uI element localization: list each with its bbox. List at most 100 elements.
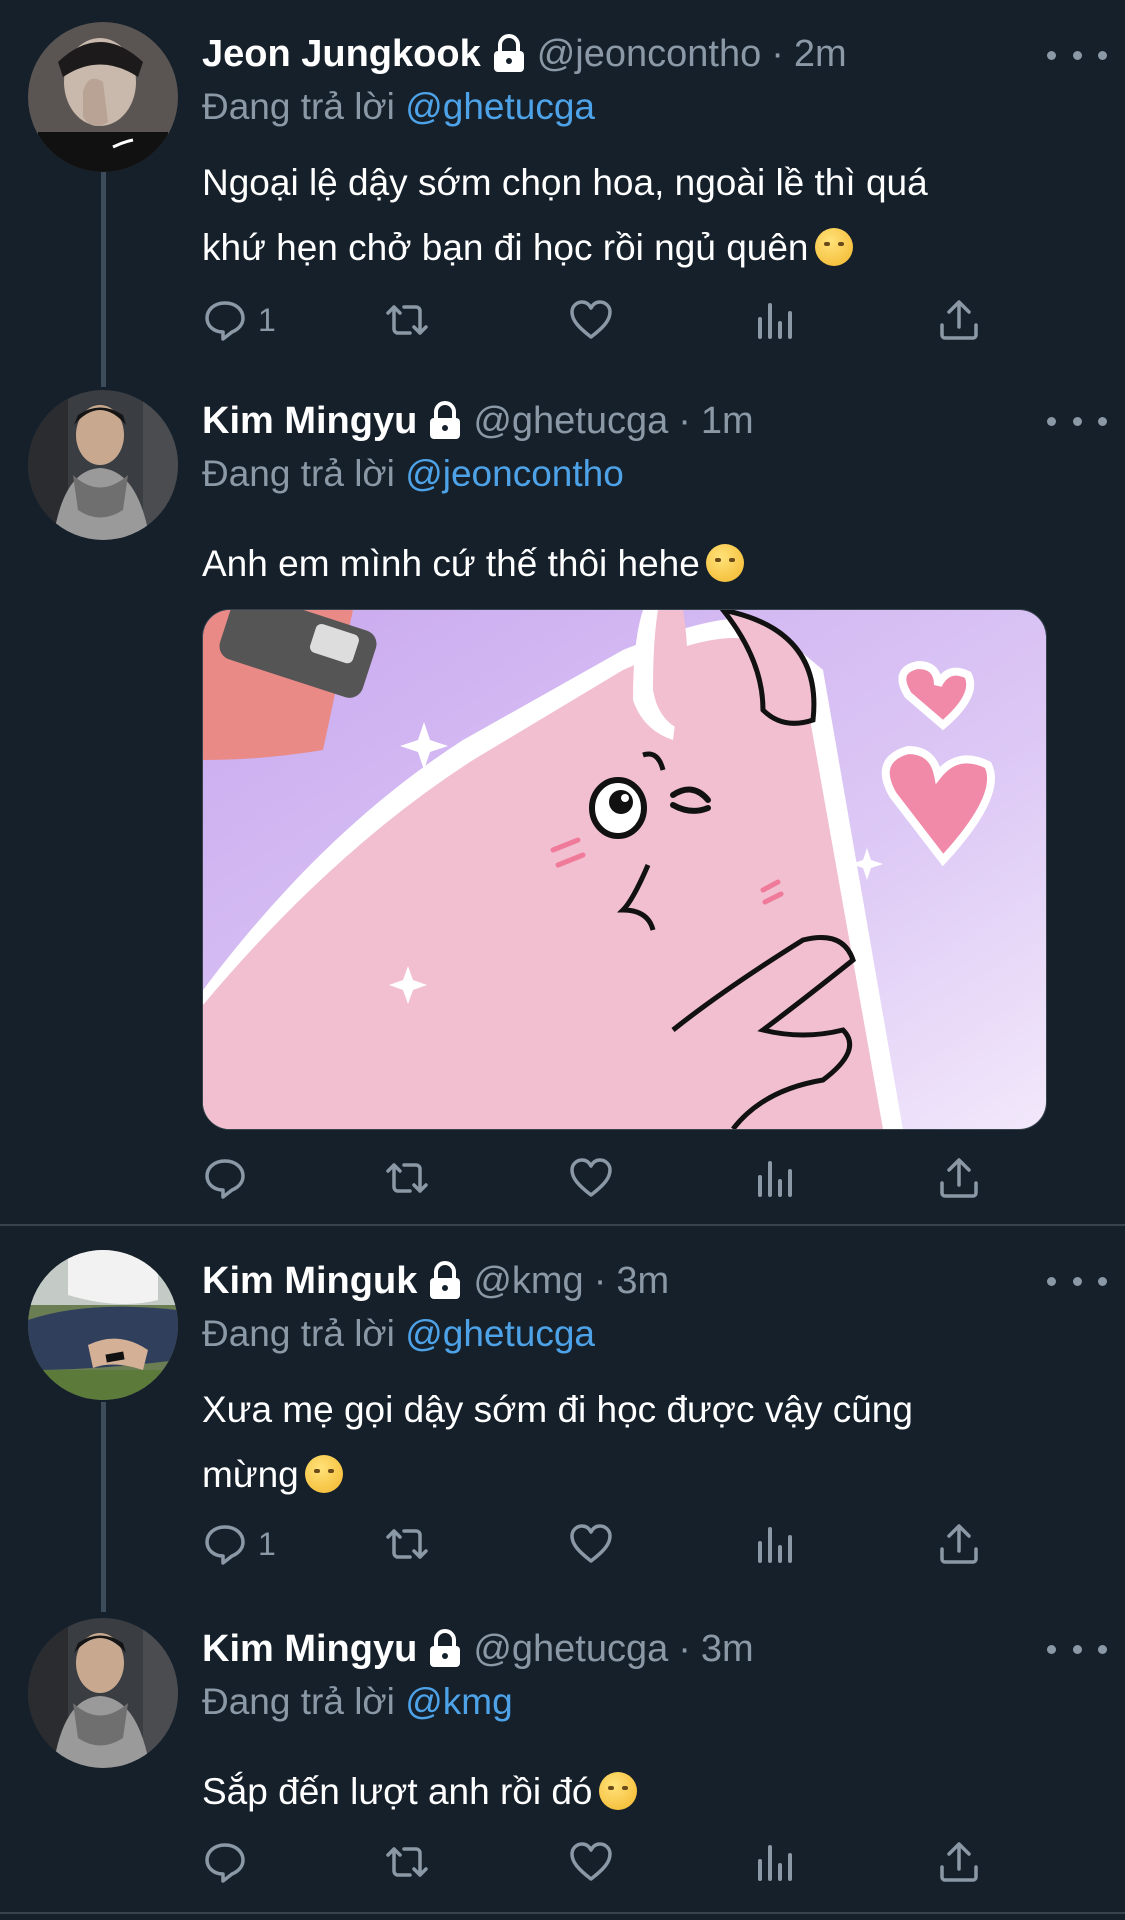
more-icon[interactable] xyxy=(1047,40,1107,70)
analytics-icon xyxy=(758,303,792,339)
retweet-icon xyxy=(386,1847,428,1877)
pensive-face-icon xyxy=(814,228,853,266)
analytics-icon xyxy=(758,1845,792,1881)
more-icon[interactable] xyxy=(1047,1266,1107,1296)
tweet-text-body: Anh em mình cứ thế thôi hehe xyxy=(202,543,700,584)
hand-over-mouth-face-icon xyxy=(304,1455,343,1493)
retweet-button[interactable] xyxy=(384,290,430,350)
author-name[interactable]: Kim Mingyu xyxy=(202,400,417,443)
share-button[interactable] xyxy=(936,1148,982,1208)
separator-dot: · xyxy=(771,32,784,75)
mention-link[interactable]: @ghetucga xyxy=(405,1313,595,1354)
more-icon[interactable] xyxy=(1047,1634,1107,1664)
reply-button[interactable] xyxy=(202,1148,258,1208)
reply-button[interactable]: 1 xyxy=(202,290,276,350)
retweet-button[interactable] xyxy=(384,1832,430,1892)
author-name[interactable]: Jeon Jungkook xyxy=(202,33,481,76)
reply-icon xyxy=(205,1525,245,1565)
separator-dot: · xyxy=(678,1627,691,1670)
lock-icon xyxy=(430,1261,461,1299)
analytics-button[interactable] xyxy=(752,1514,798,1574)
tweet-text: Ngoại lệ dậy sớm chọn hoa, ngoài lề thì … xyxy=(202,150,1062,280)
like-icon xyxy=(570,300,612,339)
share-button[interactable] xyxy=(936,290,982,350)
retweet-icon xyxy=(386,305,428,335)
share-icon xyxy=(940,1158,978,1198)
author-handle[interactable]: @jeoncontho xyxy=(537,33,762,76)
tweet-text: Sắp đến lượt anh rồi đó xyxy=(202,1759,1062,1824)
avatar[interactable] xyxy=(28,1250,178,1400)
replying-to: Đang trả lời @ghetucga xyxy=(202,82,1062,132)
like-button[interactable] xyxy=(568,1148,614,1208)
yum-face-icon xyxy=(705,544,744,582)
timestamp[interactable]: 1m xyxy=(701,400,754,443)
like-button[interactable] xyxy=(568,290,614,350)
reply-prefix: Đang trả lời xyxy=(202,1313,395,1354)
tweet-text: Anh em mình cứ thế thôi hehe xyxy=(202,531,1062,596)
share-icon xyxy=(940,300,978,340)
lock-icon xyxy=(493,34,524,72)
reply-button[interactable] xyxy=(202,1832,258,1892)
avatar[interactable] xyxy=(28,22,178,172)
thread-line xyxy=(101,1402,106,1612)
thread-line xyxy=(101,172,106,387)
share-button[interactable] xyxy=(936,1514,982,1574)
action-bar: 1 xyxy=(202,1514,1002,1574)
bunny-sticker-image xyxy=(203,610,1046,1129)
lock-icon xyxy=(430,1629,461,1667)
retweet-icon xyxy=(386,1163,428,1193)
reply-prefix: Đang trả lời xyxy=(202,86,395,127)
more-icon[interactable] xyxy=(1047,406,1107,436)
author-name[interactable]: Kim Mingyu xyxy=(202,1628,417,1671)
like-button[interactable] xyxy=(568,1832,614,1892)
author-handle[interactable]: @ghetucga xyxy=(473,1628,668,1671)
analytics-button[interactable] xyxy=(752,290,798,350)
reply-prefix: Đang trả lời xyxy=(202,453,395,494)
reply-button[interactable]: 1 xyxy=(202,1514,276,1574)
tweet-text-body: Sắp đến lượt anh rồi đó xyxy=(202,1771,593,1812)
analytics-icon xyxy=(758,1161,792,1197)
share-icon xyxy=(940,1842,978,1882)
timestamp[interactable]: 2m xyxy=(794,33,847,76)
reply-icon xyxy=(205,301,245,341)
tweet-image[interactable] xyxy=(202,609,1047,1130)
like-icon xyxy=(570,1842,612,1881)
reply-count: 1 xyxy=(258,301,276,338)
analytics-button[interactable] xyxy=(752,1148,798,1208)
divider xyxy=(0,1912,1125,1914)
action-bar: 1 xyxy=(202,290,1002,350)
action-bar xyxy=(202,1148,1002,1208)
divider xyxy=(0,1224,1125,1226)
author-name[interactable]: Kim Minguk xyxy=(202,1260,417,1303)
author-handle[interactable]: @kmg xyxy=(473,1260,583,1303)
reply-count: 1 xyxy=(258,1525,276,1562)
timestamp[interactable]: 3m xyxy=(701,1628,754,1671)
avatar[interactable] xyxy=(28,1618,178,1768)
reply-icon xyxy=(205,1159,245,1199)
lock-icon xyxy=(430,401,461,439)
share-icon xyxy=(940,1524,978,1564)
like-button[interactable] xyxy=(568,1514,614,1574)
retweet-button[interactable] xyxy=(384,1148,430,1208)
like-icon xyxy=(570,1158,612,1197)
retweet-button[interactable] xyxy=(384,1514,430,1574)
huffing-face-icon xyxy=(598,1772,637,1810)
avatar[interactable] xyxy=(28,390,178,540)
reply-prefix: Đang trả lời xyxy=(202,1681,395,1722)
mention-link[interactable]: @jeoncontho xyxy=(405,453,624,494)
author-handle[interactable]: @ghetucga xyxy=(473,400,668,443)
retweet-icon xyxy=(386,1529,428,1559)
replying-to: Đang trả lời @kmg xyxy=(202,1677,1062,1727)
reply-icon xyxy=(205,1843,245,1883)
mention-link[interactable]: @ghetucga xyxy=(405,86,595,127)
separator-dot: · xyxy=(678,399,691,442)
replying-to: Đang trả lời @jeoncontho xyxy=(202,449,1062,499)
share-button[interactable] xyxy=(936,1832,982,1892)
separator-dot: · xyxy=(593,1259,607,1302)
action-bar xyxy=(202,1832,1002,1892)
mention-link[interactable]: @kmg xyxy=(405,1681,512,1722)
timestamp[interactable]: 3m xyxy=(616,1260,669,1303)
analytics-icon xyxy=(758,1527,792,1563)
analytics-button[interactable] xyxy=(752,1832,798,1892)
like-icon xyxy=(570,1524,612,1563)
